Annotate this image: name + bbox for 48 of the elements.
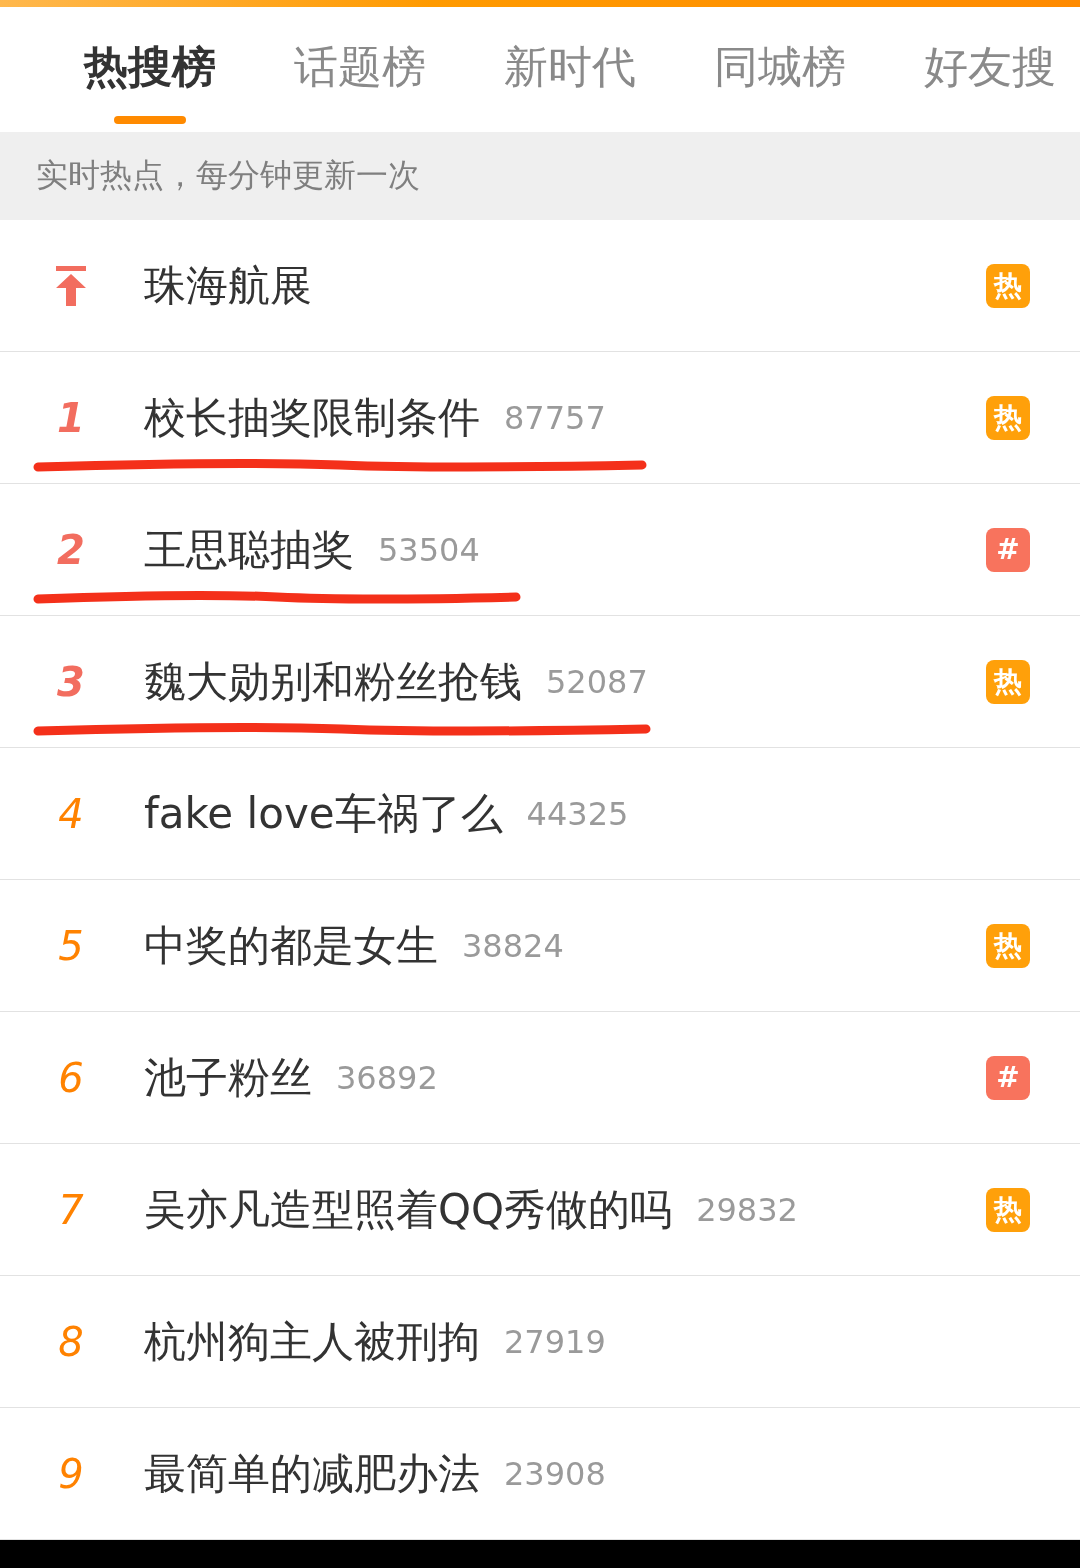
search-count: 52087 [546, 662, 648, 701]
rank-number: 5 [58, 922, 84, 969]
hot-badge: 热 [986, 923, 1030, 968]
list-row[interactable]: 4 fake love车祸了么 44325 [0, 748, 1080, 880]
rank-number: 4 [58, 790, 84, 837]
tab[interactable]: 热搜榜 [84, 7, 216, 132]
active-tab-indicator [114, 116, 186, 124]
search-count: 44325 [526, 794, 629, 833]
topic-title: 校长抽奖限制条件 [144, 391, 480, 444]
topic-title: 王思聪抽奖 [144, 523, 354, 576]
rank-number: 1 [57, 394, 85, 441]
list-row[interactable]: 珠海航展 热 [0, 220, 1080, 352]
pin-to-top-icon [54, 265, 88, 306]
topic-title: 池子粉丝 [144, 1051, 312, 1104]
list-row[interactable]: 6 池子粉丝 36892 # [0, 1012, 1080, 1144]
topic-title: 魏大勋别和粉丝抢钱 [144, 655, 522, 708]
search-count: 87757 [504, 398, 606, 437]
list-row[interactable]: 8 杭州狗主人被刑拘 27919 [0, 1276, 1080, 1408]
search-count: 23908 [504, 1454, 606, 1493]
hot-badge: 热 [986, 659, 1030, 704]
rank-number: 8 [58, 1318, 84, 1365]
topic-title: 吴亦凡造型照着QQ秀做的吗 [144, 1183, 673, 1236]
topic-title: 杭州狗主人被刑拘 [144, 1315, 480, 1368]
topic-title: fake love车祸了么 [144, 787, 503, 840]
hot-badge: 热 [986, 263, 1030, 308]
list-row[interactable]: 5 中奖的都是女生 38824 热 [0, 880, 1080, 1012]
search-count: 38824 [462, 926, 564, 965]
rank-number: 2 [57, 526, 85, 573]
hot-badge: # [986, 1055, 1030, 1100]
search-count: 29832 [696, 1190, 798, 1229]
list-row[interactable]: 7 吴亦凡造型照着QQ秀做的吗 29832 热 [0, 1144, 1080, 1276]
search-count: 53504 [378, 530, 480, 569]
search-count: 36892 [336, 1058, 438, 1097]
rank-number: 3 [57, 658, 85, 705]
hot-badge: 热 [986, 1187, 1030, 1232]
topic-title: 中奖的都是女生 [144, 919, 438, 972]
rank-number: 9 [58, 1450, 84, 1497]
rank-number: 6 [58, 1054, 84, 1101]
list-row[interactable]: 3 魏大勋别和粉丝抢钱 52087 热 [0, 616, 1080, 748]
topic-title: 珠海航展 [144, 259, 312, 312]
search-count: 27919 [504, 1322, 606, 1361]
list-row[interactable]: 1 校长抽奖限制条件 87757 热 [0, 352, 1080, 484]
hot-badge: 热 [986, 395, 1030, 440]
topic-title: 最简单的减肥办法 [144, 1447, 480, 1500]
rank-number: 7 [58, 1186, 84, 1233]
list-row[interactable]: 2 王思聪抽奖 53504 # [0, 484, 1080, 616]
hot-badge: # [986, 527, 1030, 572]
notice-text: 实时热点，每分钟更新一次 [36, 155, 420, 196]
